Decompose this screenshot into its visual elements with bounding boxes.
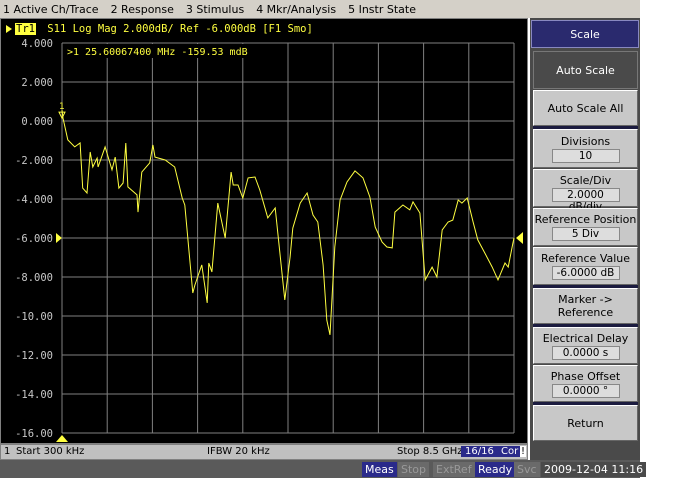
menu-mkr-analysis[interactable]: 4 Mkr/Analysis	[256, 3, 336, 16]
marker-readout: >1 25.60067400 MHz -159.53 mdB	[67, 47, 248, 58]
warning-indicator: !	[520, 446, 527, 457]
reference-position-value[interactable]: 5 Div	[551, 227, 620, 241]
softkey-panel: Scale Auto Scale Auto Scale All Division…	[530, 18, 640, 460]
status-stop: Stop	[398, 462, 430, 477]
auto-scale-label: Auto Scale	[556, 63, 615, 77]
start-frequency[interactable]: Start 300 kHz	[16, 446, 84, 457]
y-tick-label: 0.000	[21, 116, 53, 128]
phase-offset-value[interactable]: 0.0000 °	[551, 383, 620, 398]
menu-active-ch-trace[interactable]: 1 Active Ch/Trace	[3, 3, 99, 16]
divisions-button[interactable]: Divisions 10	[533, 129, 638, 168]
menu-stimulus[interactable]: 3 Stimulus	[186, 3, 244, 16]
phase-offset-label: Phase Offset	[550, 369, 621, 383]
status-extref: ExtRef	[433, 462, 475, 477]
scale-div-value[interactable]: 2.0000 dB/div	[551, 188, 620, 213]
stop-frequency[interactable]: Stop 8.5 GHz	[397, 446, 463, 457]
return-label: Return	[567, 416, 604, 430]
divisions-label: Divisions	[560, 134, 611, 148]
reference-position-label: Reference Position	[534, 213, 637, 226]
y-tick-label: -4.000	[15, 194, 53, 206]
y-tick-label: -2.000	[15, 155, 53, 167]
electrical-delay-value[interactable]: 0.0000 s	[551, 345, 620, 360]
menu-instr-state[interactable]: 5 Instr State	[348, 3, 416, 16]
marker-ref-line2: Reference	[557, 306, 614, 319]
phase-offset-button[interactable]: Phase Offset 0.0000 °	[533, 365, 638, 402]
channel-status-bar: 1 Start 300 kHz IFBW 20 kHz Stop 8.5 GHz…	[0, 444, 528, 460]
reference-value-label: Reference Value	[540, 252, 631, 265]
electrical-delay-button[interactable]: Electrical Delay 0.0000 s	[533, 327, 638, 364]
marker-to-reference-button[interactable]: Marker -> Reference	[533, 288, 638, 324]
auto-scale-button[interactable]: Auto Scale	[533, 51, 638, 89]
marker-1-label: 1	[59, 102, 65, 112]
scale-div-button[interactable]: Scale/Div 2.0000 dB/div	[533, 169, 638, 213]
start-position-marker-icon	[56, 435, 68, 442]
trace-tag: Tr1	[15, 23, 36, 35]
menu-bar: 1 Active Ch/Trace 2 Response 3 Stimulus …	[0, 0, 640, 18]
y-tick-label: -14.00	[15, 389, 53, 401]
y-tick-label: -6.000	[15, 233, 53, 245]
y-tick-label: -16.00	[15, 428, 53, 440]
trace-window[interactable]: 4.000 2.000 0.000 -2.000 -4.000 -6.000 -8.000 -…	[0, 18, 528, 444]
reference-position-button[interactable]: Reference Position 5 Div	[533, 208, 638, 246]
status-meas: Meas	[362, 462, 397, 477]
reference-value-button[interactable]: Reference Value -6.0000 dB	[533, 247, 638, 285]
y-tick-label: -8.000	[15, 272, 53, 284]
status-ready: Ready	[475, 462, 516, 477]
reference-value-value[interactable]: -6.0000 dB	[551, 266, 620, 280]
return-button[interactable]: Return	[533, 405, 638, 441]
plot-svg: 4.000 2.000 0.000 -2.000 -4.000 -6.000 -8.000 -…	[15, 38, 523, 442]
softkey-menu-title: Scale	[531, 20, 639, 48]
electrical-delay-label: Electrical Delay	[542, 331, 629, 345]
y-tick-label: 2.000	[21, 77, 53, 89]
menu-response[interactable]: 2 Response	[111, 3, 174, 16]
reference-left-arrow-icon	[56, 233, 62, 243]
scale-div-label: Scale/Div	[559, 174, 612, 187]
reference-right-arrow-icon	[516, 232, 523, 244]
auto-scale-all-button[interactable]: Auto Scale All	[533, 90, 638, 126]
ifbw[interactable]: IFBW 20 kHz	[207, 446, 270, 457]
y-tick-label: -10.00	[15, 311, 53, 323]
divisions-value[interactable]: 10	[551, 148, 620, 163]
sweep-count: 16/16	[461, 446, 498, 457]
auto-scale-all-label: Auto Scale All	[547, 101, 624, 115]
y-tick-label: 4.000	[21, 38, 53, 50]
marker-ref-line1: Marker ->	[558, 293, 613, 306]
channel-number: 1	[4, 446, 11, 457]
status-datetime: 2009-12-04 11:16	[541, 462, 647, 477]
trace-header[interactable]: Tr1 S11 Log Mag 2.000dB/ Ref -6.000dB [F…	[6, 23, 313, 35]
active-trace-arrow-icon	[6, 25, 12, 33]
status-svc: Svc	[514, 462, 540, 477]
trace-header-text: S11 Log Mag 2.000dB/ Ref -6.000dB [F1 Sm…	[47, 23, 313, 35]
correction-status: Cor	[497, 446, 523, 457]
y-tick-label: -12.00	[15, 350, 53, 362]
instrument-status-bar: Meas Stop ExtRef Ready Svc 2009-12-04 11…	[0, 460, 647, 478]
